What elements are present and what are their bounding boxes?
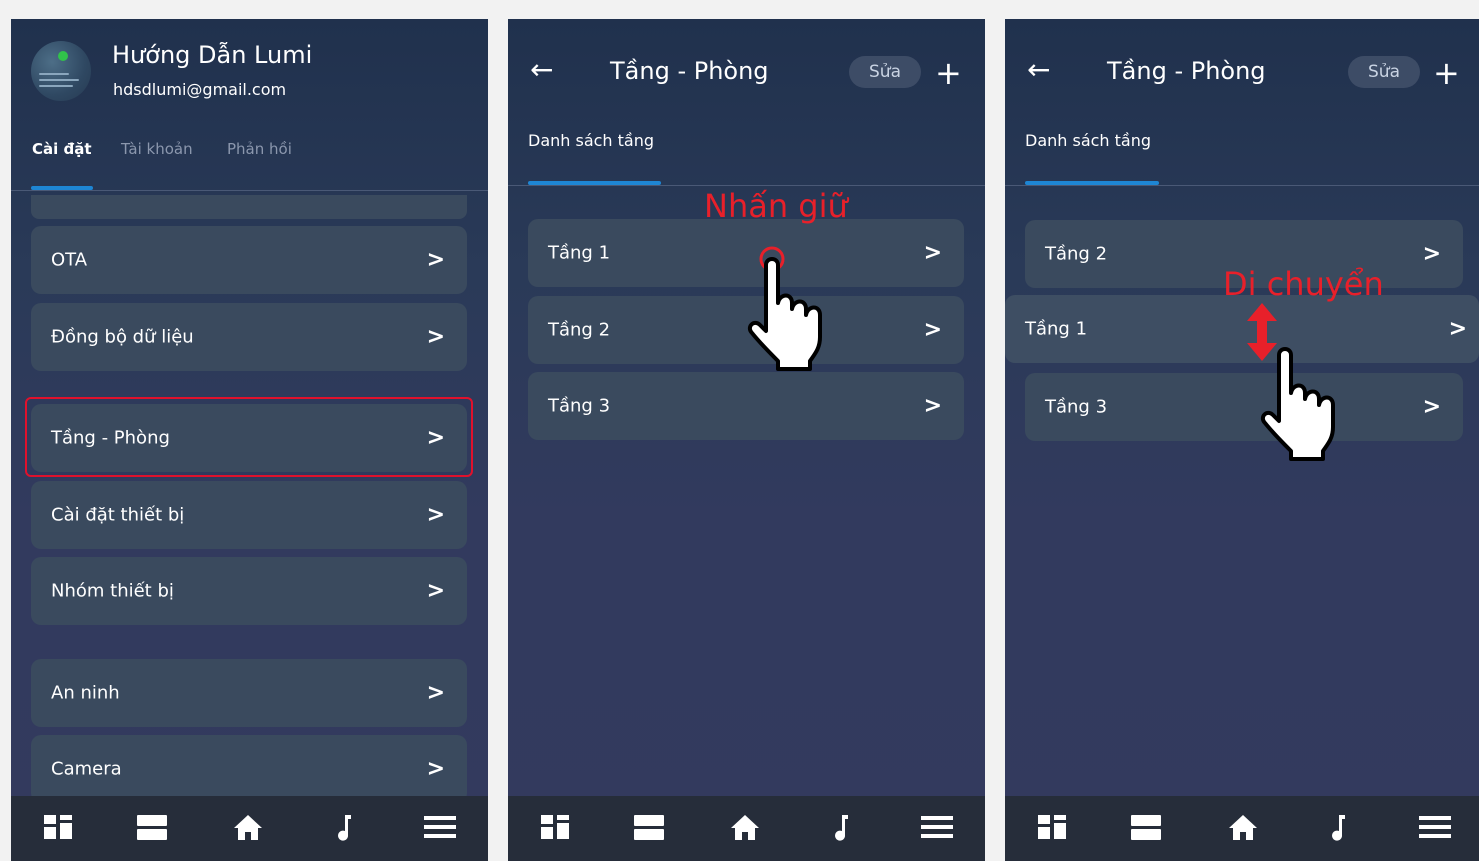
floor-item[interactable]: Tầng 3 > [528,372,964,440]
floor-room-reorder-screen: ← Tầng - Phòng Sửa + Danh sách tầng Tầng… [1005,19,1479,861]
menu-item-ota[interactable]: OTA > [31,226,467,294]
profile-email: hdsdlumi@gmail.com [113,80,287,99]
add-icon[interactable]: + [1433,57,1460,89]
tab-divider [508,185,985,186]
menu-item-security[interactable]: An ninh > [31,659,467,727]
floor-list-tab[interactable]: Danh sách tầng [1025,131,1151,150]
status-dot [58,51,68,61]
tab-divider [11,190,488,191]
floor-room-screen: ← Tầng - Phòng Sửa + Danh sách tầng Tầng… [508,19,985,861]
music-icon[interactable] [1318,810,1358,844]
bottom-nav [1005,796,1479,861]
annotation-long-press: Nhấn giữ [704,187,848,225]
list-icon[interactable] [629,810,669,844]
menu-item-camera[interactable]: Camera > [31,735,467,803]
dashboard-icon[interactable] [535,810,575,844]
chevron-right-icon: > [426,247,445,273]
dashboard-icon[interactable] [1032,810,1072,844]
hand-pointer-icon [1260,347,1335,461]
list-icon[interactable] [132,810,172,844]
avatar-line [39,85,73,87]
list-item-partial[interactable] [31,195,467,219]
page-title: Tầng - Phòng [610,57,769,85]
menu-item-label: Đồng bộ dữ liệu [51,326,194,348]
chevron-right-icon: > [426,756,445,782]
floor-label: Tầng 3 [1045,396,1108,418]
menu-item-device-settings[interactable]: Cài đặt thiết bị > [31,481,467,549]
add-icon[interactable]: + [935,57,962,89]
avatar-line [39,79,79,81]
menu-icon[interactable] [1415,810,1455,844]
bottom-nav [508,796,985,861]
menu-item-device-groups[interactable]: Nhóm thiết bị > [31,557,467,625]
floor-label: Tầng 2 [1045,243,1108,265]
page-title: Tầng - Phòng [1107,57,1266,85]
chevron-right-icon: > [426,502,445,528]
chevron-right-icon: > [426,324,445,350]
menu-item-label: Cài đặt thiết bị [51,504,185,526]
edit-button[interactable]: Sửa [1348,56,1420,88]
floor-label: Tầng 1 [1025,318,1088,340]
menu-icon[interactable] [420,810,460,844]
dashboard-icon[interactable] [38,810,78,844]
tab-divider [1005,185,1479,186]
menu-item-label: Camera [51,758,122,780]
back-arrow-icon[interactable]: ← [1027,53,1050,86]
settings-screen: Hướng Dẫn Lumi hdsdlumi@gmail.com Cài đặ… [11,19,488,861]
profile-name: Hướng Dẫn Lumi [112,41,313,69]
floor-label: Tầng 2 [548,319,611,341]
home-icon[interactable] [228,810,268,844]
floor-list-tab[interactable]: Danh sách tầng [528,131,654,150]
menu-item-label: An ninh [51,682,120,704]
edit-button[interactable]: Sửa [849,56,921,88]
floor-item[interactable]: Tầng 3 > [1025,373,1463,441]
chevron-right-icon: > [426,680,445,706]
chevron-right-icon: > [1422,241,1441,267]
chevron-right-icon: > [923,240,942,266]
list-icon[interactable] [1126,810,1166,844]
menu-icon[interactable] [917,810,957,844]
floor-item-dragging[interactable]: Tầng 1 > [1005,295,1479,363]
home-icon[interactable] [1223,810,1263,844]
avatar[interactable] [31,41,91,101]
menu-item-label: Nhóm thiết bị [51,580,174,602]
home-icon[interactable] [725,810,765,844]
floor-label: Tầng 3 [548,395,611,417]
hand-pointer-icon [747,246,822,371]
chevron-right-icon: > [923,393,942,419]
tab-account[interactable]: Tài khoản [121,140,193,158]
chevron-right-icon: > [1422,394,1441,420]
tab-feedback[interactable]: Phản hồi [227,140,292,158]
music-icon[interactable] [324,810,364,844]
back-arrow-icon[interactable]: ← [530,53,553,86]
chevron-right-icon: > [426,578,445,604]
chevron-right-icon: > [923,317,942,343]
menu-item-sync[interactable]: Đồng bộ dữ liệu > [31,303,467,371]
bottom-nav [11,796,488,861]
avatar-line [39,73,69,75]
highlight-box [25,397,473,477]
floor-label: Tầng 1 [548,242,611,264]
chevron-right-icon: > [1448,316,1467,342]
tab-settings[interactable]: Cài đặt [32,140,92,158]
music-icon[interactable] [821,810,861,844]
annotation-move: Di chuyển [1223,265,1384,303]
menu-item-label: OTA [51,249,88,271]
